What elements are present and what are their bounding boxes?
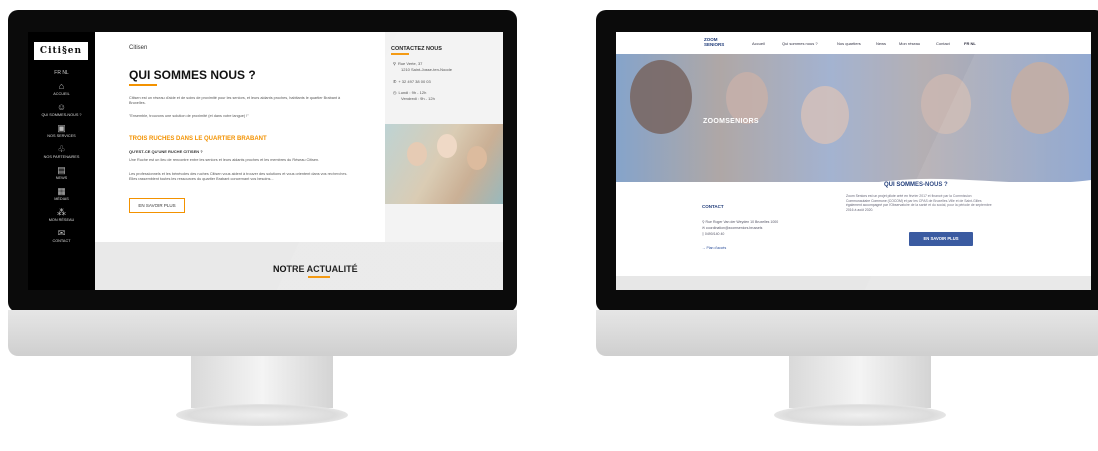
monitor-chin (8, 310, 517, 356)
learn-more-button[interactable]: EN SAVOIR PLUS (909, 232, 973, 246)
contact-panel: CONTACTEZ NOUS ⚲ Rue Verte, 37 1210 Saint… (385, 32, 503, 242)
phone-row[interactable]: ▯ 0490/140 40 (702, 232, 724, 236)
photo-face (437, 134, 457, 158)
about-title: QUI SOMMES-NOUS ? (884, 182, 948, 188)
media-icon: ▦ (57, 186, 66, 196)
nav-item-partenaires[interactable]: ♧ NOS PARTENAIRES (28, 143, 95, 164)
hero-tint (616, 54, 1091, 182)
citisen-logo[interactable]: Citi§en (34, 42, 88, 60)
learn-more-button[interactable]: EN SAVOIR PLUS (129, 198, 185, 213)
nav-item-medias[interactable]: ▦ MÉDIAS (28, 185, 95, 206)
monitor-chin (596, 310, 1098, 356)
nav-contact[interactable]: Contact (936, 41, 950, 46)
news-underline (308, 276, 330, 278)
network-icon: ⁂ (57, 207, 66, 217)
nav-label: NOS PARTENAIRES (43, 155, 80, 159)
phone-number: + 32 497 38 00 03 (398, 79, 431, 84)
nav-label: QUI SOMMES-NOUS ? (41, 113, 82, 117)
photo-face (407, 142, 427, 166)
phone-row[interactable]: ✆ + 32 497 38 00 03 (393, 79, 431, 84)
people-icon: ☺ (56, 102, 67, 112)
nav-item-reseau[interactable]: ⁂ MON RÉSEAU (28, 206, 95, 227)
intro-text: Citisen est un réseau d'aide et de soins… (129, 96, 341, 105)
zoomseniors-body: CONTACT ⚲ Rue Roger Van der Weyden 10 Br… (616, 182, 1091, 290)
title-underline (129, 84, 157, 86)
services-icon: ▣ (57, 123, 66, 133)
nav-accueil[interactable]: Accueil (752, 41, 765, 46)
citisen-nav: ⌂ ACCUEIL ☺ QUI SOMMES-NOUS ? ▣ NOS SERVICE… (28, 80, 95, 248)
hero-banner: ZOOMSENIORS (616, 54, 1091, 182)
hours-line-2: Vendredi : 9h - 12h (401, 96, 435, 101)
monitor-stand-base (774, 404, 946, 426)
breadcrumb: Citisen (129, 45, 148, 51)
address-line-1: Rue Verte, 37 (397, 61, 423, 66)
contact-title: CONTACTEZ NOUS (391, 46, 442, 52)
map-link[interactable]: → Plan d'accès (702, 246, 726, 250)
nav-label: NOS SERVICES (47, 134, 76, 138)
nav-item-contact[interactable]: ✉ CONTACT (28, 227, 95, 248)
hours-line-1: Lundi : 9h - 12h (398, 90, 427, 95)
monitor-stand-neck (191, 356, 333, 408)
nav-item-qui-sommes-nous[interactable]: ☺ QUI SOMMES-NOUS ? (28, 101, 95, 122)
hero-title: ZOOMSENIORS (703, 118, 759, 125)
answer-text: Une Ruche est un lieu de rencontre entre… (129, 158, 320, 162)
contact-title: CONTACT (702, 204, 724, 209)
nav-label: MÉDIAS (54, 197, 69, 201)
map-link-text: Plan d'accès (706, 246, 727, 250)
nav-label: NEWS (55, 176, 68, 180)
monitor-left: Citi§en FR NL ⌂ ACCUEIL ☺ QUI SOMMES-NOUS … (8, 10, 517, 356)
email-text: coordination@zoomseniors.brussels (705, 226, 763, 230)
citisen-main: Citisen QUI SOMMES NOUS ? Citisen est un… (95, 32, 385, 242)
handshake-icon: ♧ (57, 144, 66, 154)
question-heading: QU'EST-CE QU'UNE RUCHE CITISEN ? (129, 149, 203, 154)
citisen-screen: Citi§en FR NL ⌂ ACCUEIL ☺ QUI SOMMES-NOUS … (28, 32, 503, 290)
home-icon: ⌂ (58, 81, 65, 91)
about-text: Zoom Seniors est un projet pilote créé e… (846, 194, 992, 212)
section-subtitle: TROIS RUCHES DANS LE QUARTIER BRABANT (129, 136, 267, 142)
nav-qui-sommes-nous[interactable]: Qui sommes nous ? (782, 41, 818, 46)
news-title: NOTRE ACTUALITÉ (273, 264, 358, 274)
contact-icon: ✉ (57, 228, 66, 238)
nav-mon-reseau[interactable]: Mon réseau (899, 41, 920, 46)
nav-nos-quartiers[interactable]: Nos quartiers (837, 41, 861, 46)
map-pin-icon: ⚲ (393, 61, 396, 66)
logo-line-2: SENIORS (704, 42, 725, 47)
address-row: ⚲ Rue Verte, 37 (393, 61, 422, 66)
citisen-sidebar: Citi§en FR NL ⌂ ACCUEIL ☺ QUI SOMMES-NOUS … (28, 32, 95, 290)
clock-icon: ◷ (393, 90, 397, 95)
contact-underline (391, 53, 409, 55)
nav-label: CONTACT (52, 239, 71, 243)
nav-news[interactable]: News (876, 41, 886, 46)
nav-item-services[interactable]: ▣ NOS SERVICES (28, 122, 95, 143)
zoomseniors-logo[interactable]: ZOOM SENIORS (704, 37, 728, 50)
seniors-photo (385, 124, 503, 204)
page-title: QUI SOMMES NOUS ? (129, 68, 256, 82)
monitor-stand-neck (789, 356, 931, 408)
phone-text: 0490/140 40 (704, 232, 725, 236)
nav-item-news[interactable]: ▤ NEWS (28, 164, 95, 185)
nav-label: ACCUEIL (53, 92, 70, 96)
monitor-right: ZOOM SENIORS Accueil Qui sommes nous ? N… (596, 10, 1098, 356)
body-text: Les professionnels et les bénévoles des … (129, 172, 348, 181)
address-text: Rue Roger Van der Weyden 10 Bruxelles 10… (705, 220, 779, 224)
language-switch[interactable]: FR NL (964, 41, 976, 46)
email-row[interactable]: ✉ coordination@zoomseniors.brussels (702, 226, 762, 230)
zoomseniors-header: ZOOM SENIORS Accueil Qui sommes nous ? N… (616, 32, 1091, 54)
address-line-2: 1210 Saint-Josse-ten-Noode (401, 67, 452, 72)
news-icon: ▤ (57, 165, 66, 175)
nav-item-accueil[interactable]: ⌂ ACCUEIL (28, 80, 95, 101)
phone-icon: ✆ (393, 79, 397, 84)
quote-text: "Ensemble, trouvons une solution de prox… (129, 114, 249, 118)
hours-row: ◷ Lundi : 9h - 12h (393, 90, 426, 95)
address-row: ⚲ Rue Roger Van der Weyden 10 Bruxelles … (702, 220, 778, 224)
nav-label: MON RÉSEAU (48, 218, 75, 222)
monitor-stand-base (176, 404, 348, 426)
zoomseniors-screen: ZOOM SENIORS Accueil Qui sommes nous ? N… (616, 32, 1091, 290)
photo-face (467, 146, 487, 170)
language-switch[interactable]: FR NL (28, 70, 95, 76)
news-section: NOTRE ACTUALITÉ (95, 242, 503, 290)
footer-band (616, 276, 1091, 290)
